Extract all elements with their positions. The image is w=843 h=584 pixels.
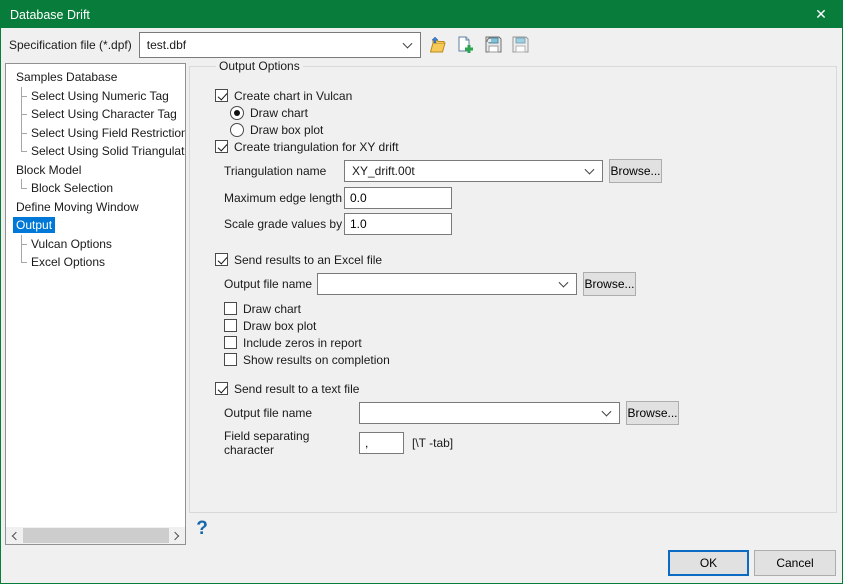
tree-connector <box>17 253 28 272</box>
checkbox-checked-icon[interactable] <box>215 382 228 395</box>
excel-file-label: Send results to an Excel file <box>234 253 382 267</box>
checkbox-checked-icon[interactable] <box>215 253 228 266</box>
excel-output-file-row: Output file name Browse... <box>224 272 826 296</box>
triangulation-name-row: Triangulation name XY_drift.00t Browse..… <box>224 159 826 183</box>
include-zeros-checkbox-row[interactable]: Include zeros in report <box>224 334 826 351</box>
tree-connector <box>17 235 28 254</box>
scale-grade-values-input[interactable] <box>344 213 452 235</box>
create-triangulation-label: Create triangulation for XY drift <box>234 140 399 154</box>
text-output-file-label: Output file name <box>224 406 359 420</box>
radio-icon[interactable] <box>230 123 244 137</box>
new-file-plus-icon[interactable] <box>457 35 477 55</box>
include-zeros-label: Include zeros in report <box>243 336 362 350</box>
create-triangulation-checkbox-row[interactable]: Create triangulation for XY drift <box>215 138 826 155</box>
scale-grade-values-row: Scale grade values by <box>224 213 826 235</box>
excel-draw-box-plot-checkbox-row[interactable]: Draw box plot <box>224 317 826 334</box>
chevron-down-icon <box>585 165 595 175</box>
specification-file-value: test.dbf <box>147 38 186 52</box>
tree-item-samples-database[interactable]: Samples Database <box>6 68 185 87</box>
navigation-tree-panel: Samples Database Select Using Numeric Ta… <box>5 63 186 545</box>
close-icon[interactable]: ✕ <box>800 1 842 28</box>
text-output-file-row: Output file name Browse... <box>224 401 826 425</box>
database-drift-dialog: Database Drift ✕ Specification file (*.d… <box>0 0 843 584</box>
specification-file-label: Specification file (*.dpf) <box>9 38 132 52</box>
scroll-right-icon[interactable] <box>168 527 185 544</box>
tree-item-vulcan-options[interactable]: Vulcan Options <box>6 235 185 254</box>
excel-draw-chart-checkbox-row[interactable]: Draw chart <box>224 300 826 317</box>
maximum-edge-length-input[interactable] <box>344 187 452 209</box>
chevron-down-icon <box>402 38 412 48</box>
show-results-label: Show results on completion <box>243 353 390 367</box>
window-title: Database Drift <box>10 8 90 22</box>
field-separator-hint: [\T -tab] <box>412 436 453 450</box>
checkbox-icon[interactable] <box>224 302 237 315</box>
radio-selected-icon[interactable] <box>230 106 244 120</box>
checkbox-checked-icon[interactable] <box>215 140 228 153</box>
scrollbar-thumb[interactable] <box>23 528 169 543</box>
save-as-icon[interactable] <box>511 35 531 55</box>
tree-item-define-moving-window[interactable]: Define Moving Window <box>6 198 185 217</box>
group-title: Output Options <box>216 59 303 73</box>
excel-output-file-label: Output file name <box>224 277 317 291</box>
specification-file-combobox[interactable]: test.dbf <box>139 32 421 58</box>
draw-box-plot-label: Draw box plot <box>250 123 323 137</box>
chevron-down-icon <box>559 278 569 288</box>
tree-item-block-model[interactable]: Block Model <box>6 161 185 180</box>
create-chart-label: Create chart in Vulcan <box>234 89 352 103</box>
field-separator-input[interactable] <box>359 432 404 454</box>
title-bar[interactable]: Database Drift ✕ <box>1 1 842 28</box>
tree-connector <box>17 105 28 124</box>
excel-file-checkbox-row[interactable]: Send results to an Excel file <box>215 251 826 268</box>
tree-connector <box>17 124 28 143</box>
maximum-edge-length-row: Maximum edge length <box>224 187 826 209</box>
output-options-group: Output Options Create chart in Vulcan Dr… <box>189 59 837 513</box>
triangulation-name-value: XY_drift.00t <box>352 164 415 178</box>
text-file-label: Send result to a text file <box>234 382 359 396</box>
cancel-button[interactable]: Cancel <box>754 550 836 576</box>
help-icon[interactable]: ? <box>192 518 212 542</box>
specification-row: Specification file (*.dpf) test.dbf <box>1 28 842 61</box>
text-file-checkbox-row[interactable]: Send result to a text file <box>215 380 826 397</box>
navigation-tree: Samples Database Select Using Numeric Ta… <box>6 64 185 272</box>
horizontal-scrollbar[interactable] <box>6 527 185 544</box>
draw-chart-label: Draw chart <box>250 106 308 120</box>
tree-connector <box>17 142 28 161</box>
field-separator-label: Field separating character <box>224 429 359 457</box>
checkbox-icon[interactable] <box>224 336 237 349</box>
specification-toolbar <box>430 35 531 55</box>
scroll-left-icon[interactable] <box>6 527 23 544</box>
scale-grade-values-label: Scale grade values by <box>224 217 344 231</box>
tree-connector <box>17 179 28 198</box>
checkbox-icon[interactable] <box>224 319 237 332</box>
checkbox-checked-icon[interactable] <box>215 89 228 102</box>
tree-item-select-solid-triangulation[interactable]: Select Using Solid Triangulation <box>6 142 185 161</box>
excel-browse-button[interactable]: Browse... <box>583 272 636 296</box>
show-results-checkbox-row[interactable]: Show results on completion <box>224 351 826 368</box>
tree-item-select-numeric-tag[interactable]: Select Using Numeric Tag <box>6 87 185 106</box>
checkbox-icon[interactable] <box>224 353 237 366</box>
tree-item-excel-options[interactable]: Excel Options <box>6 253 185 272</box>
tree-item-select-field-restriction[interactable]: Select Using Field Restriction <box>6 124 185 143</box>
excel-draw-chart-label: Draw chart <box>243 302 301 316</box>
open-folder-icon[interactable] <box>430 35 450 55</box>
text-browse-button[interactable]: Browse... <box>626 401 679 425</box>
text-output-file-combobox[interactable] <box>359 402 620 424</box>
tree-item-block-selection[interactable]: Block Selection <box>6 179 185 198</box>
chevron-down-icon <box>602 407 612 417</box>
excel-output-file-combobox[interactable] <box>317 273 577 295</box>
tree-connector <box>17 87 28 106</box>
tree-item-output[interactable]: Output <box>6 216 185 235</box>
draw-box-plot-radio-row[interactable]: Draw box plot <box>230 121 826 138</box>
excel-draw-box-plot-label: Draw box plot <box>243 319 316 333</box>
triangulation-browse-button[interactable]: Browse... <box>609 159 662 183</box>
triangulation-name-label: Triangulation name <box>224 164 344 178</box>
create-chart-checkbox-row[interactable]: Create chart in Vulcan <box>215 87 826 104</box>
ok-button[interactable]: OK <box>668 550 749 576</box>
field-separator-row: Field separating character [\T -tab] <box>224 429 826 457</box>
triangulation-name-combobox[interactable]: XY_drift.00t <box>344 160 603 182</box>
save-icon[interactable] <box>484 35 504 55</box>
draw-chart-radio-row[interactable]: Draw chart <box>230 104 826 121</box>
tree-item-select-character-tag[interactable]: Select Using Character Tag <box>6 105 185 124</box>
maximum-edge-length-label: Maximum edge length <box>224 191 344 205</box>
